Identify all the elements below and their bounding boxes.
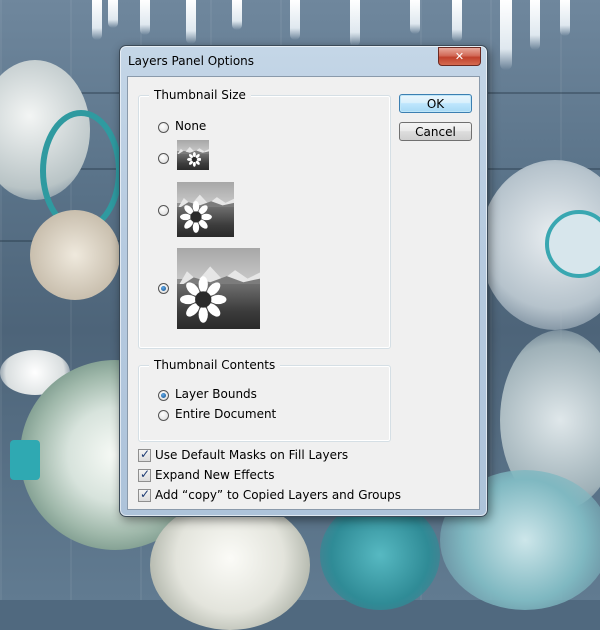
use-default-masks-label: Use Default Masks on Fill Layers [155,448,349,462]
entire-document-label: Entire Document [175,407,277,421]
thumbnail-size-none-radio[interactable] [158,122,169,133]
thumbnail-preview-small [177,140,209,170]
use-default-masks-checkbox[interactable]: ✓ [138,447,151,462]
layer-bounds-label: Layer Bounds [175,387,257,401]
icicle [350,0,360,46]
teal-bow-decoration [10,440,40,480]
icicle [232,0,242,30]
icicle [186,0,196,44]
add-copy-label: Add “copy” to Copied Layers and Groups [155,488,401,502]
thumbnail-size-none-label: None [175,119,207,133]
icicle [92,0,102,40]
thumbnail-size-group-title: Thumbnail Size [149,88,251,102]
thumbnail-preview-large [177,248,260,329]
dialog-titlebar[interactable]: Layers Panel Options ✕ [120,46,487,76]
ok-button[interactable]: OK [399,94,472,113]
layers-panel-options-dialog: Layers Panel Options ✕ Thumbnail Size No… [119,45,488,517]
thumbnail-preview-medium [177,182,234,237]
icicle [500,0,512,70]
layer-bounds-radio[interactable] [158,390,169,401]
checkmark-icon: ✓ [140,467,151,481]
add-copy-checkbox[interactable]: ✓ [138,487,151,502]
checkmark-icon: ✓ [140,447,151,461]
icicle [530,0,540,50]
dialog-client-area: Thumbnail Size None Thumbnail Contents L… [127,76,480,510]
lace-flower-decoration [30,210,120,300]
close-icon: ✕ [454,50,465,63]
cancel-button[interactable]: Cancel [399,122,472,141]
icicle [290,0,300,40]
dialog-title: Layers Panel Options [128,54,255,68]
white-flower-decoration [150,500,310,630]
thumbnail-contents-group: Thumbnail Contents Layer Bounds Entire D… [138,358,391,442]
thumbnail-size-medium-radio[interactable] [158,205,169,216]
checkmark-icon: ✓ [140,487,151,501]
expand-new-effects-label: Expand New Effects [155,468,275,482]
thumbnail-contents-group-title: Thumbnail Contents [149,358,281,372]
icicle [560,0,570,36]
thumbnail-size-large-radio-checked[interactable] [158,283,169,294]
icicle [108,0,118,28]
expand-new-effects-checkbox[interactable]: ✓ [138,467,151,482]
cancel-button-label: Cancel [415,124,456,139]
ok-button-label: OK [426,96,445,111]
entire-document-radio[interactable] [158,410,169,421]
icicle [452,0,462,42]
thumbnail-size-group: Thumbnail Size None [138,88,391,349]
icicle [410,0,420,34]
thumbnail-size-small-radio[interactable] [158,153,169,164]
close-button[interactable]: ✕ [438,47,481,66]
icicle [140,0,150,35]
